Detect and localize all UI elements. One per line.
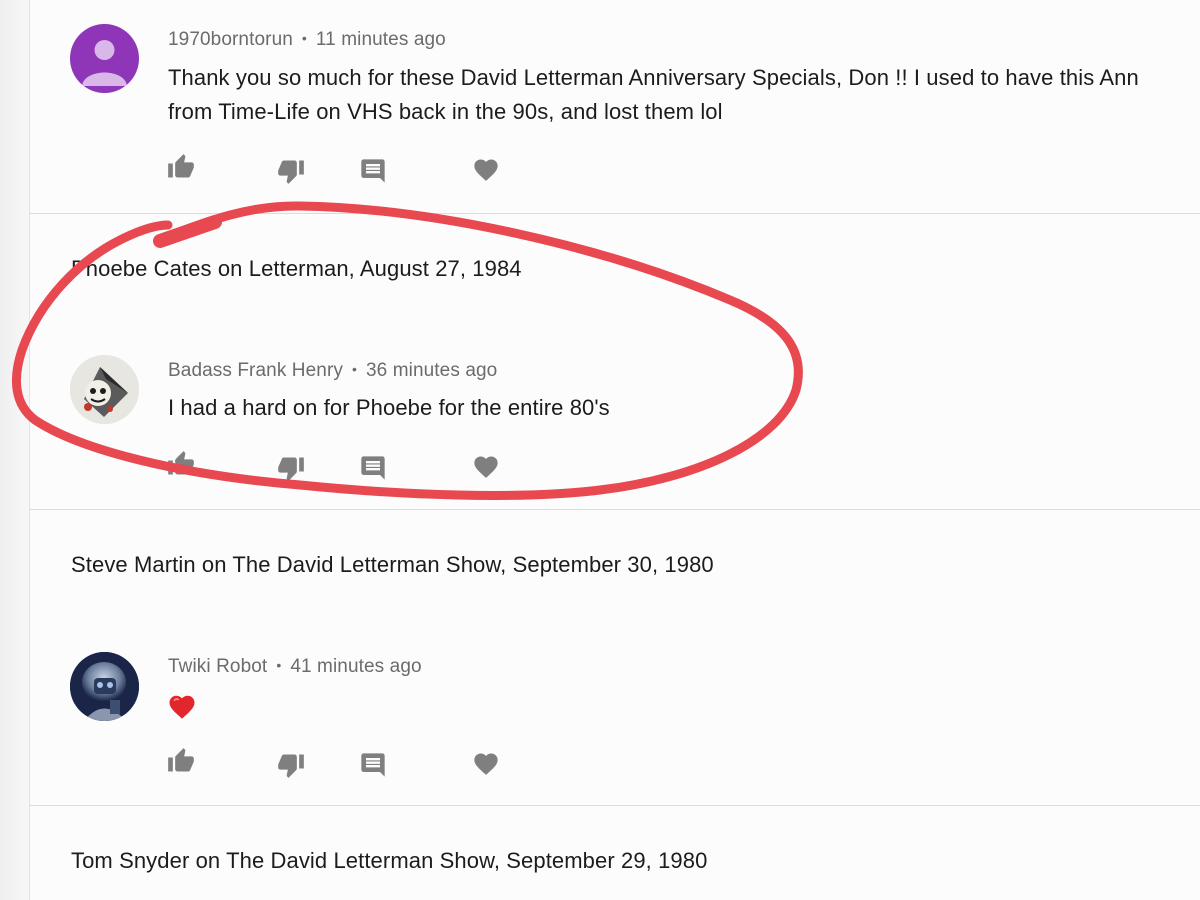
reply-icon bbox=[361, 456, 385, 480]
comment-text-line: I had a hard on for Phoebe for the entir… bbox=[168, 395, 610, 420]
reply-button[interactable] bbox=[357, 749, 389, 781]
thumbs-down-icon bbox=[278, 160, 304, 184]
comment-meta: 1970borntorun • 11 minutes ago bbox=[168, 29, 446, 50]
comment-text-line: from Time-Life on VHS back in the 90s, a… bbox=[168, 99, 723, 124]
left-rail bbox=[0, 0, 30, 900]
comment-text-line: Thank you so much for these David Letter… bbox=[168, 65, 1139, 90]
thumbs-up-button[interactable] bbox=[165, 151, 197, 183]
divider bbox=[30, 509, 1200, 510]
reply-icon bbox=[361, 753, 385, 777]
divider bbox=[30, 805, 1200, 806]
heart-icon bbox=[474, 753, 498, 775]
thumbs-up-icon bbox=[168, 451, 194, 475]
video-title-link[interactable]: Phoebe Cates on Letterman, August 27, 19… bbox=[71, 256, 522, 282]
reply-icon bbox=[361, 159, 385, 183]
thumbs-down-icon bbox=[278, 457, 304, 481]
heart-button[interactable] bbox=[470, 748, 502, 780]
heart-icon bbox=[474, 456, 498, 478]
comments-page: 1970borntorun • 11 minutes ago Thank you s… bbox=[0, 0, 1200, 900]
default-user-icon bbox=[82, 40, 127, 86]
thumbs-down-icon bbox=[278, 754, 304, 778]
thumbs-up-icon bbox=[168, 154, 194, 178]
avatar-twiki-robot[interactable] bbox=[70, 652, 139, 721]
thumbs-down-button[interactable] bbox=[275, 749, 307, 781]
robot-face-avatar-icon bbox=[70, 355, 139, 424]
red-heart-emoji bbox=[167, 692, 197, 722]
comment-actions bbox=[165, 151, 505, 187]
comment-time: 11 minutes ago bbox=[315, 29, 446, 50]
thumbs-down-button[interactable] bbox=[275, 452, 307, 484]
robot-avatar-icon bbox=[70, 652, 139, 721]
thumbs-up-button[interactable] bbox=[165, 448, 197, 480]
video-title-link[interactable]: Tom Snyder on The David Letterman Show, … bbox=[71, 848, 707, 874]
thumbs-down-button[interactable] bbox=[275, 155, 307, 187]
comment-actions bbox=[165, 745, 505, 781]
divider bbox=[30, 213, 1200, 214]
reply-button[interactable] bbox=[357, 452, 389, 484]
heart-icon bbox=[474, 159, 498, 181]
thumbs-up-button[interactable] bbox=[165, 745, 197, 777]
heart-button[interactable] bbox=[470, 451, 502, 483]
reply-button[interactable] bbox=[357, 155, 389, 187]
avatar-1970borntorun[interactable] bbox=[70, 24, 139, 93]
comment-time: 41 minutes ago bbox=[290, 656, 422, 677]
comment-author[interactable]: Badass Frank Henry bbox=[168, 360, 343, 381]
red-heart-icon bbox=[169, 695, 195, 719]
comment-author[interactable]: 1970borntorun bbox=[168, 29, 293, 50]
comment-actions bbox=[165, 448, 505, 484]
video-title-link[interactable]: Steve Martin on The David Letterman Show… bbox=[71, 552, 714, 578]
comment-time: 36 minutes ago bbox=[366, 360, 498, 381]
comment-author[interactable]: Twiki Robot bbox=[168, 656, 267, 677]
comment-meta: Badass Frank Henry • 36 minutes ago bbox=[168, 360, 498, 381]
heart-button[interactable] bbox=[470, 154, 502, 186]
comment-meta: Twiki Robot • 41 minutes ago bbox=[168, 656, 422, 677]
avatar-badass-frank-henry[interactable] bbox=[70, 355, 139, 424]
thumbs-up-icon bbox=[168, 748, 194, 772]
